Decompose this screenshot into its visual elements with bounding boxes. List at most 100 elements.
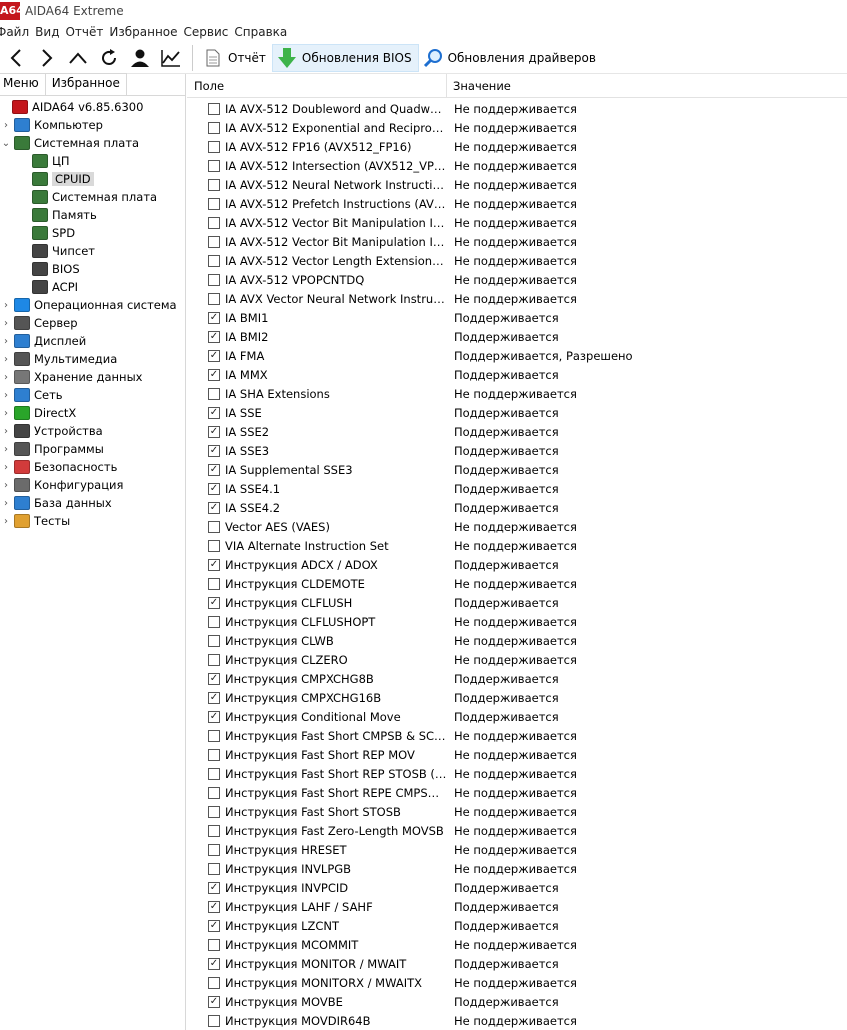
table-row[interactable]: ✓ Инструкция MONITOR / MWAIT Поддерживаетс… [187,954,847,973]
expander-icon[interactable]: › [0,372,12,383]
tree-item[interactable]: › DirectX [0,404,185,422]
table-row[interactable]: Инструкция Fast Short REPE CMPSB (FSRC) Н… [187,783,847,802]
tree-item[interactable]: › Тесты [0,512,185,530]
table-row[interactable]: Инструкция CLFLUSHOPT Не поддерживается [187,612,847,631]
table-row[interactable]: IA AVX-512 Exponential and Reciprocal In… [187,118,847,137]
driver-updates-button[interactable]: Обновления драйверов [419,44,602,72]
table-row[interactable]: IA AVX Vector Neural Network Instruction… [187,289,847,308]
bios-updates-button[interactable]: Обновления BIOS [271,43,419,72]
table-row[interactable]: ✓ IA BMI2 Поддерживается [187,327,847,346]
tree-item[interactable]: ⌄ Системная плата [0,134,185,152]
tab-favorites[interactable]: Избранное [45,73,127,95]
table-row[interactable]: ✓ Инструкция LAHF / SAHF Поддерживается [187,897,847,916]
tree-item[interactable]: BIOS [0,260,185,278]
table-row[interactable]: ✓ IA SSE2 Поддерживается [187,422,847,441]
tree-item[interactable]: › Хранение данных [0,368,185,386]
up-button[interactable] [62,43,93,73]
tree-item[interactable]: › Операционная система [0,296,185,314]
tree-item[interactable]: › Сервер [0,314,185,332]
menu-favorites[interactable]: Избранное [109,25,183,39]
table-row[interactable]: ✓ Инструкция CMPXCHG16B Поддерживается [187,688,847,707]
table-row[interactable]: ✓ Инструкция CMPXCHG8B Поддерживается [187,669,847,688]
table-row[interactable]: Инструкция Fast Short STOSB Не поддержива… [187,802,847,821]
table-row[interactable]: Инструкция CLWB Не поддерживается [187,631,847,650]
tree-item[interactable]: ЦП [0,152,185,170]
back-button[interactable] [0,43,31,73]
expander-icon[interactable]: › [0,408,12,419]
column-header-field[interactable]: Поле [187,73,447,98]
table-row[interactable]: IA AVX-512 Vector Length Extensions (AVX… [187,251,847,270]
tree-item[interactable]: › Конфигурация [0,476,185,494]
table-row[interactable]: IA AVX-512 Vector Bit Manipulation Instr… [187,213,847,232]
table-row[interactable]: Vector AES (VAES) Не поддерживается [187,517,847,536]
table-row[interactable]: IA AVX-512 Neural Network Instructions (… [187,175,847,194]
table-row[interactable]: Инструкция MOVDIR64B Не поддерживается [187,1011,847,1030]
expander-icon[interactable]: › [0,120,12,131]
table-row[interactable]: IA AVX-512 Doubleword and Quadword Instr… [187,99,847,118]
expander-icon[interactable]: › [0,300,12,311]
tree-item[interactable]: › Мультимедиа [0,350,185,368]
table-row[interactable]: ✓ Инструкция Conditional Move Поддерживает… [187,707,847,726]
table-row[interactable]: IA AVX-512 VPOPCNTDQ Не поддерживается [187,270,847,289]
menu-view[interactable]: Вид [35,25,65,39]
expander-icon[interactable]: › [0,480,12,491]
table-row[interactable]: Инструкция Fast Zero-Length MOVSB Не подд… [187,821,847,840]
tree-item[interactable]: ACPI [0,278,185,296]
tree-item[interactable]: Память [0,206,185,224]
report-button[interactable]: Отчёт [199,44,272,72]
tree-item[interactable]: SPD [0,224,185,242]
tree-item[interactable]: AIDA64 v6.85.6300 [0,98,185,116]
table-row[interactable]: ✓ IA SSE3 Поддерживается [187,441,847,460]
tree-item[interactable]: › Сеть [0,386,185,404]
table-row[interactable]: Инструкция INVLPGB Не поддерживается [187,859,847,878]
expander-icon[interactable]: › [0,318,12,329]
menu-help[interactable]: Справка [234,25,293,39]
table-row[interactable]: ✓ Инструкция ADCX / ADOX Поддерживается [187,555,847,574]
table-row[interactable]: IA AVX-512 Vector Bit Manipulation Instr… [187,232,847,251]
tree-item[interactable]: › Программы [0,440,185,458]
table-row[interactable]: ✓ IA Supplemental SSE3 Поддерживается [187,460,847,479]
table-row[interactable]: ✓ Инструкция INVPCID Поддерживается [187,878,847,897]
column-header-value[interactable]: Значение [447,79,511,93]
table-row[interactable]: Инструкция Fast Short REP MOV Не поддержи… [187,745,847,764]
table-row[interactable]: Инструкция Fast Short CMPSB & SCASB Не по… [187,726,847,745]
tree-item[interactable]: CPUID [0,170,185,188]
table-row[interactable]: ✓ IA SSE4.1 Поддерживается [187,479,847,498]
tree-item[interactable]: Системная плата [0,188,185,206]
table-row[interactable]: Инструкция HRESET Не поддерживается [187,840,847,859]
table-row[interactable]: IA SHA Extensions Не поддерживается [187,384,847,403]
tree-item[interactable]: Чипсет [0,242,185,260]
table-row[interactable]: Инструкция CLDEMOTE Не поддерживается [187,574,847,593]
expander-icon[interactable]: › [0,462,12,473]
table-row[interactable]: Инструкция CLZERO Не поддерживается [187,650,847,669]
menu-file[interactable]: Файл [0,25,35,39]
refresh-button[interactable] [93,43,124,73]
menu-service[interactable]: Сервис [184,25,235,39]
table-row[interactable]: ✓ IA FMA Поддерживается, Разрешено [187,346,847,365]
table-row[interactable]: ✓ Инструкция CLFLUSH Поддерживается [187,593,847,612]
table-row[interactable]: Инструкция MCOMMIT Не поддерживается [187,935,847,954]
expander-icon[interactable]: ⌄ [0,138,12,149]
table-row[interactable]: ✓ IA SSE4.2 Поддерживается [187,498,847,517]
menu-report[interactable]: Отчёт [65,25,109,39]
table-row[interactable]: Инструкция MONITORX / MWAITX Не поддержив… [187,973,847,992]
tree-item[interactable]: › Устройства [0,422,185,440]
expander-icon[interactable]: › [0,444,12,455]
tree-item[interactable]: › Безопасность [0,458,185,476]
chart-button[interactable] [155,43,186,73]
expander-icon[interactable]: › [0,498,12,509]
table-row[interactable]: IA AVX-512 Intersection (AVX512_VP2INTER… [187,156,847,175]
tree-item[interactable]: › База данных [0,494,185,512]
table-row[interactable]: Инструкция Fast Short REP STOSB (FSRS) Не… [187,764,847,783]
table-row[interactable]: IA AVX-512 Prefetch Instructions (AVX512… [187,194,847,213]
table-row[interactable]: ✓ IA MMX Поддерживается [187,365,847,384]
tree-item[interactable]: › Дисплей [0,332,185,350]
table-row[interactable]: ✓ IA SSE Поддерживается [187,403,847,422]
table-row[interactable]: IA AVX-512 FP16 (AVX512_FP16) Не поддержи… [187,137,847,156]
forward-button[interactable] [31,43,62,73]
expander-icon[interactable]: › [0,426,12,437]
table-row[interactable]: VIA Alternate Instruction Set Не поддержи… [187,536,847,555]
tab-menu[interactable]: Меню [0,73,46,95]
expander-icon[interactable]: › [0,354,12,365]
expander-icon[interactable]: › [0,336,12,347]
